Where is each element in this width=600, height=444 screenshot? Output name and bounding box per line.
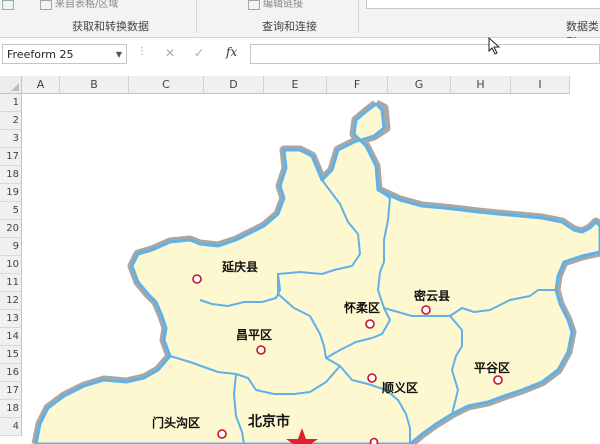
get-transform-group-label: 获取和转换数据 (72, 20, 149, 33)
insert-function-button[interactable]: fx (226, 45, 237, 59)
ribbon-separator (358, 0, 359, 33)
column-header[interactable]: H (451, 76, 511, 94)
cancel-button[interactable]: ✕ (165, 46, 175, 60)
district-label-miyun: 密云县 (414, 288, 450, 303)
district-label-yanqing: 延庆县 (221, 259, 258, 274)
row-header[interactable]: 18 (0, 166, 22, 184)
edit-links-label: 编辑链接 (263, 0, 303, 10)
row-header[interactable]: 2 (0, 112, 22, 130)
row-header[interactable]: 13 (0, 310, 22, 328)
column-header[interactable]: A (22, 76, 60, 94)
mentougou-marker (217, 429, 227, 439)
row-header[interactable]: 11 (0, 274, 22, 292)
column-header[interactable]: C (129, 76, 204, 94)
row-header[interactable]: 1 (0, 94, 22, 112)
row-header[interactable]: 20 (0, 220, 22, 238)
row-header[interactable]: 19 (0, 184, 22, 202)
district-label-changping: 昌平区 (236, 328, 272, 342)
worksheet[interactable]: 延庆县 怀柔区 密云县 昌平区 平谷区 顺义区 门头沟区 北京市 (22, 94, 600, 444)
data-types-gallery[interactable] (366, 0, 600, 9)
district-label-huairou: 怀柔区 (344, 300, 380, 315)
huairou-marker (365, 319, 375, 329)
ribbon: 来自表格/区域 获取和转换数据 编辑链接 查询和连接 数据类型 (0, 0, 600, 49)
column-header[interactable]: I (511, 76, 570, 94)
from-table-button[interactable]: 来自表格/区域 (40, 0, 118, 10)
row-header[interactable]: 12 (0, 292, 22, 310)
more-icon: ⋮ (137, 46, 147, 57)
link-icon (248, 0, 260, 10)
column-header[interactable]: B (60, 76, 129, 94)
district-label-shunyi: 顺义区 (382, 380, 418, 395)
queries-group-label: 查询和连接 (262, 20, 317, 33)
beijing-map[interactable]: 延庆县 怀柔区 密云县 昌平区 平谷区 顺义区 门头沟区 北京市 (22, 94, 600, 444)
mouse-cursor-icon (488, 37, 501, 55)
miyun-marker (421, 305, 431, 315)
enter-button[interactable]: ✓ (194, 46, 204, 60)
row-header[interactable]: 14 (0, 328, 22, 346)
row-header[interactable]: 5 (0, 202, 22, 220)
chevron-down-icon[interactable]: ▼ (116, 45, 122, 65)
ribbon-separator (196, 0, 197, 33)
ribbon-collapsed-button[interactable] (2, 0, 17, 10)
from-table-label: 来自表格/区域 (55, 0, 119, 10)
edit-links-button[interactable]: 编辑链接 (248, 0, 303, 10)
formula-input[interactable] (250, 44, 600, 64)
district-label-mentougou: 门头沟区 (152, 415, 200, 430)
grid-icon (2, 0, 14, 10)
row-header[interactable]: 4 (0, 418, 22, 436)
yanqing-marker (192, 274, 202, 284)
column-header[interactable]: D (204, 76, 264, 94)
name-box-value: Freeform 25 (7, 48, 74, 61)
column-header[interactable]: E (264, 76, 327, 94)
city-label: 北京市 (248, 413, 290, 430)
row-header[interactable]: 10 (0, 256, 22, 274)
district-label-pinggu: 平谷区 (474, 360, 510, 375)
column-header[interactable]: F (327, 76, 388, 94)
table-icon (40, 0, 52, 10)
row-header[interactable]: 16 (0, 364, 22, 382)
pinggu-marker (493, 375, 503, 385)
row-header[interactable]: 9 (0, 238, 22, 256)
shunyi-marker (367, 373, 377, 383)
changping-marker (256, 345, 266, 355)
row-header[interactable]: 17 (0, 382, 22, 400)
select-all-button[interactable] (0, 76, 22, 94)
name-box[interactable]: Freeform 25 ▼ (2, 44, 127, 64)
row-header[interactable]: 3 (0, 130, 22, 148)
row-header[interactable]: 15 (0, 346, 22, 364)
row-header[interactable]: 17 (0, 148, 22, 166)
column-header[interactable]: G (388, 76, 451, 94)
daxing-marker (369, 437, 379, 444)
row-header[interactable]: 18 (0, 400, 22, 418)
